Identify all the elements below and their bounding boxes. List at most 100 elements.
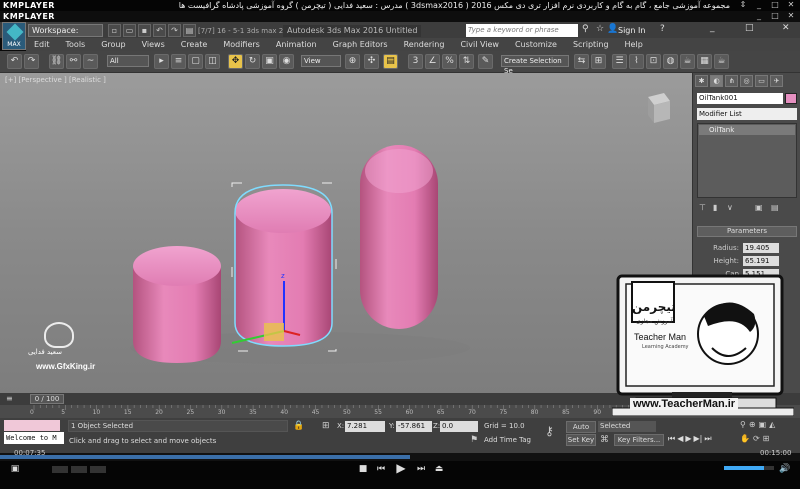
menu-customize[interactable]: Customize [507,40,565,49]
sign-in-link[interactable]: Sign In [618,24,645,37]
max-app-button[interactable]: MAX [2,22,26,50]
maximize-app-icon[interactable]: □ [745,23,754,33]
next-icon[interactable]: ⏭ [414,464,428,474]
param-height-input[interactable]: 65.191 [743,256,779,266]
pin-icon[interactable]: ⇕ [736,0,750,10]
hierarchy-tab-icon[interactable]: ⋔ [725,75,738,87]
zoom-all-icon[interactable]: ⊕ [749,420,756,429]
mini-curve-icon[interactable]: ≡ [6,394,13,403]
volume-icon[interactable]: 🔊 [778,464,792,474]
minimize-app-icon[interactable]: _ [710,23,715,33]
z-coord-input[interactable]: 0.0 [440,421,478,432]
snaps-toggle-icon[interactable]: 3 [408,54,423,69]
maximize-viewport-icon[interactable]: ⊞ [763,434,770,443]
time-slider-thumb[interactable]: 0 / 100 [30,394,64,404]
viewcube[interactable] [648,93,670,123]
rotate-icon[interactable]: ↻ [245,54,260,69]
layer-explorer-icon[interactable]: ☰ [612,54,627,69]
go-to-end-icon[interactable]: ⏭ [704,434,711,444]
maxscript-input[interactable]: Welcome to M [4,432,64,444]
pan-icon[interactable]: ✋ [740,434,750,443]
angle-snap-icon[interactable]: ∠ [425,54,440,69]
schematic-view-icon[interactable]: ⊡ [646,54,661,69]
rect-selection-icon[interactable]: ▢ [188,54,203,69]
close-icon[interactable]: ✕ [784,0,798,10]
capsule[interactable] [360,145,438,329]
bind-spacewarp-icon[interactable]: ~ [83,54,98,69]
menu-group[interactable]: Group [93,40,133,49]
remove-modifier-icon[interactable]: ▣ [755,203,763,212]
make-unique-icon[interactable]: ∨ [727,203,733,212]
mode-button[interactable] [52,466,68,473]
minimize-icon[interactable]: _ [752,11,766,21]
rendered-frame-icon[interactable]: ▦ [697,54,712,69]
redo-toolbar-icon[interactable]: ↷ [24,54,39,69]
create-tab-icon[interactable]: ✱ [695,75,708,87]
menu-views[interactable]: Views [134,40,173,49]
close-app-icon[interactable]: ✕ [782,23,790,33]
binoculars-icon[interactable]: ⚲ [582,24,589,34]
maxscript-listener-mini[interactable] [4,420,60,431]
undo-icon[interactable]: ↶ [153,24,166,37]
eject-icon[interactable]: ⏏ [432,464,446,474]
render-icon[interactable]: ☕ [714,54,729,69]
menu-civil-view[interactable]: Civil View [452,40,507,49]
align-icon[interactable]: ⊞ [591,54,606,69]
lock-selection-icon[interactable]: 🔒 [293,421,304,431]
unlink-icon[interactable]: ⚯ [66,54,81,69]
mode-button[interactable] [71,466,87,473]
user-icon[interactable]: 👤 [607,24,618,34]
place-icon[interactable]: ◉ [279,54,294,69]
keyboard-shortcut-icon[interactable]: ▤ [383,54,398,69]
help-icon[interactable]: ? [660,24,665,34]
chamfer-cylinder[interactable] [133,246,221,363]
menu-rendering[interactable]: Rendering [396,40,453,49]
workspace-dropdown[interactable]: Workspace: Default [28,24,103,46]
key-icon[interactable]: ⚷ [545,424,554,438]
x-coord-input[interactable]: 7.281 [345,421,385,432]
select-by-name-icon[interactable]: ≡ [171,54,186,69]
window-crossing-icon[interactable]: ◫ [205,54,220,69]
y-coord-input[interactable]: -57.861 [396,421,432,432]
maximize-icon[interactable]: □ [768,11,782,21]
transform-mode-icon[interactable]: ⊞ [322,421,330,431]
menu-modifiers[interactable]: Modifiers [215,40,268,49]
modifier-stack-item[interactable]: OilTank [699,125,795,135]
go-to-start-icon[interactable]: ⏮ [668,434,675,444]
fov-icon[interactable]: ◭ [769,420,775,429]
time-tag-icon[interactable]: ⚑ [470,435,478,445]
auto-key-button[interactable]: Auto Key [566,421,596,441]
key-filters-button[interactable]: Key Filters... [614,434,664,446]
maximize-icon[interactable]: □ [768,0,782,10]
edit-named-selection-icon[interactable]: ✎ [478,54,493,69]
spinner-snap-icon[interactable]: ⇅ [459,54,474,69]
key-mode-dropdown[interactable]: Selected [598,421,656,432]
selection-filter-dropdown[interactable]: All [107,55,149,67]
mirror-icon[interactable]: ⇆ [574,54,589,69]
object-name-field[interactable]: OilTank001 [697,93,783,104]
next-frame-icon[interactable]: ▶| [694,434,703,444]
utilities-tab-icon[interactable]: ✈ [770,75,783,87]
pin-stack-icon[interactable]: ⊤ [699,203,706,212]
minimize-icon[interactable]: _ [752,0,766,10]
display-tab-icon[interactable]: ▭ [755,75,768,87]
scale-icon[interactable]: ▣ [262,54,277,69]
add-time-tag[interactable]: Add Time Tag [484,435,531,446]
link-icon[interactable]: ⛓ [49,54,64,69]
close-icon[interactable]: ✕ [784,11,798,21]
menu-create[interactable]: Create [173,40,216,49]
play-icon[interactable]: ▶ [685,434,691,444]
undo-toolbar-icon[interactable]: ↶ [7,54,22,69]
open-icon[interactable]: ▭ [123,24,136,37]
configure-modifier-icon[interactable]: ▤ [771,203,779,212]
move-icon[interactable]: ✥ [228,54,243,69]
menu-scripting[interactable]: Scripting [565,40,617,49]
motion-tab-icon[interactable]: ◎ [740,75,753,87]
star-icon[interactable]: ☆ [596,24,604,34]
pivot-center-icon[interactable]: ⊕ [345,54,360,69]
modifier-list-dropdown[interactable]: Modifier List [697,108,797,120]
set-key-mode-icon[interactable]: ⌘ [600,435,609,445]
curve-editor-icon[interactable]: ⌇ [629,54,644,69]
named-selection-set-input[interactable]: Create Selection Se [501,55,569,75]
zoom-icon[interactable]: ⚲ [740,420,746,429]
